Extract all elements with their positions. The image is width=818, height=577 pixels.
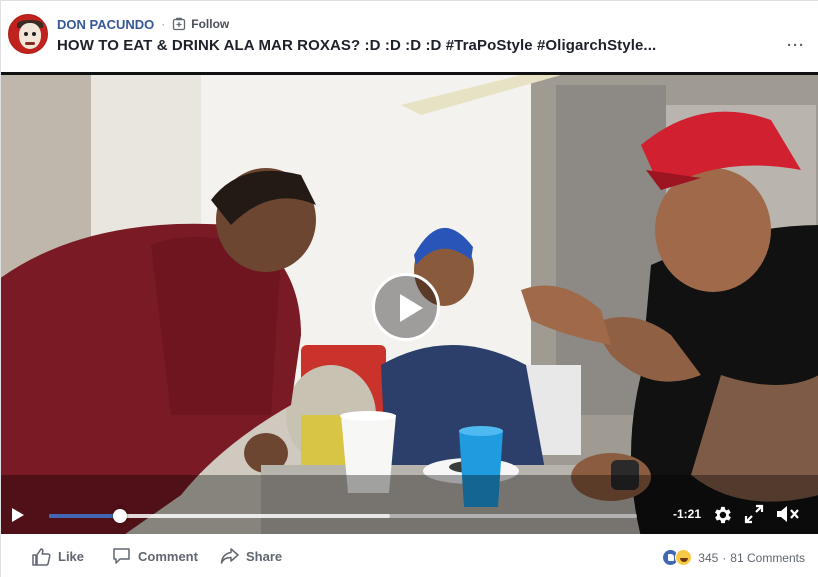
share-label: Share [246,548,283,564]
video-controls: -1:21 [1,495,818,534]
play-icon[interactable] [12,508,24,522]
comment-button[interactable]: Comment [112,547,198,565]
stats-separator: · [722,550,727,565]
author-avatar[interactable] [8,14,48,54]
expand-icon[interactable] [744,504,764,524]
reactions-count[interactable]: 345 [698,551,718,565]
progress-bar [49,514,120,518]
more-options-icon[interactable]: ··· [787,37,805,54]
thumbs-up-icon [32,548,51,566]
comment-icon [113,548,130,564]
share-icon [220,548,239,564]
like-button[interactable]: Like [31,547,84,566]
comment-label: Comment [138,548,198,564]
video-player[interactable]: -1:21 [1,72,818,534]
author-name[interactable]: DON PACUNDO [57,17,154,32]
play-icon [400,294,423,322]
facebook-video-post: DON PACUNDO · Follow HOW TO EAT & DRINK … [0,0,818,577]
seek-bar[interactable] [49,509,637,523]
comments-count[interactable]: 81 Comments [730,551,805,565]
play-overlay-button[interactable] [372,273,440,341]
share-button[interactable]: Share [220,547,282,565]
post-stats: 345 · 81 Comments [662,549,805,566]
follow-icon [173,17,186,31]
seek-handle[interactable] [112,509,127,523]
separator-dot: · [161,17,166,31]
post-footer: Like Comment Share 345 · 81 Comments [1,534,818,577]
haha-reaction-icon[interactable] [675,549,693,566]
follow-button[interactable]: Follow [172,17,229,31]
gear-icon[interactable] [711,504,733,526]
follow-label: Follow [191,17,230,31]
author-row: DON PACUNDO · Follow [57,16,229,32]
like-label: Like [58,549,85,564]
post-title: HOW TO EAT & DRINK ALA MAR ROXAS? :D :D … [57,37,657,54]
time-remaining: -1:21 [673,507,702,521]
post-header: DON PACUNDO · Follow HOW TO EAT & DRINK … [1,1,818,73]
mute-icon[interactable] [775,503,801,525]
